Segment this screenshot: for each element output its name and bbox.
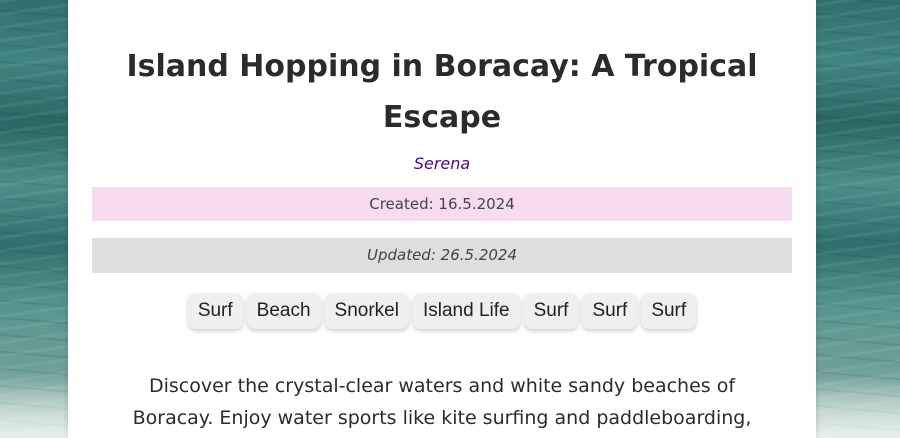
post-title: Island Hopping in Boracay: A Tropical Es… (126, 49, 758, 135)
post-description: Discover the crystal-clear waters and wh… (132, 375, 752, 429)
tag-surf[interactable]: Surf (523, 293, 579, 329)
post-card: Island Hopping in Boracay: A Tropical Es… (68, 0, 816, 438)
tag-surf[interactable]: Surf (582, 293, 638, 329)
tag-surf[interactable]: Surf (641, 293, 697, 329)
tag-snorkel[interactable]: Snorkel (324, 293, 409, 329)
tag-surf[interactable]: Surf (187, 293, 243, 329)
tag-list: Surf Beach Snorkel Island Life Surf Surf… (92, 293, 792, 331)
updated-date: Updated: 26.5.2024 (92, 238, 792, 273)
post-author: Serena (413, 154, 471, 173)
tag-island-life[interactable]: Island Life (412, 293, 520, 329)
created-date: Created: 16.5.2024 (92, 187, 792, 221)
tag-beach[interactable]: Beach (246, 293, 321, 329)
